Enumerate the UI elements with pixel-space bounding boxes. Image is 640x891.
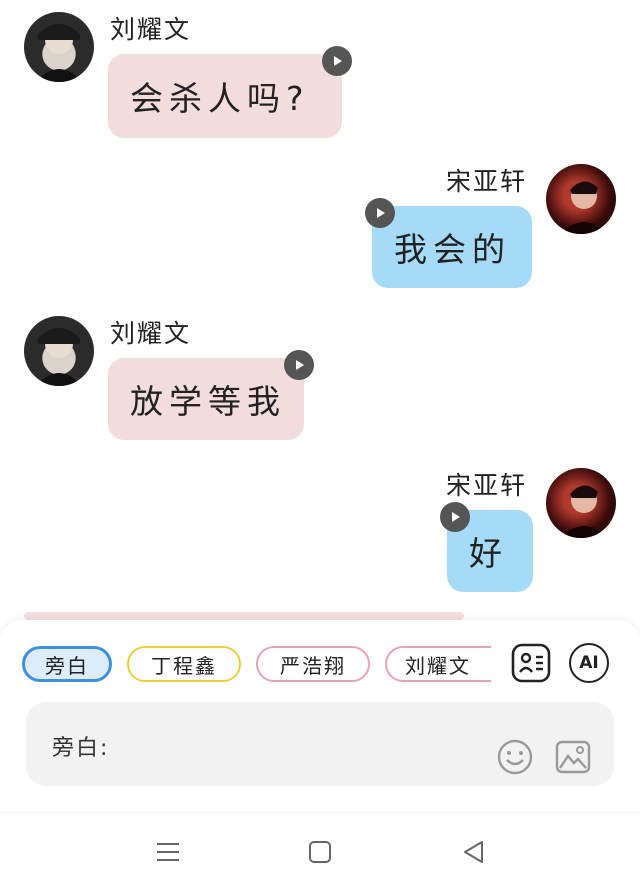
- avatar-liu-yaowen[interactable]: [24, 316, 94, 386]
- ai-button[interactable]: AI: [569, 643, 609, 683]
- message-input[interactable]: [130, 720, 484, 770]
- emoji-button[interactable]: [496, 738, 534, 776]
- speaker-name: 刘耀文: [110, 15, 192, 44]
- play-button[interactable]: [365, 198, 395, 228]
- avatar-liu-yaowen[interactable]: [24, 12, 94, 82]
- back-button[interactable]: [460, 838, 488, 866]
- play-button[interactable]: [440, 502, 470, 532]
- avatar-song-yaxuan[interactable]: [546, 164, 616, 234]
- speaker-name: 刘耀文: [110, 319, 192, 348]
- play-icon: [377, 208, 385, 218]
- play-icon: [296, 360, 304, 370]
- menu-button[interactable]: [154, 838, 182, 866]
- message-bubble[interactable]: 我会的: [372, 206, 532, 288]
- square-icon: [309, 841, 331, 863]
- speaker-name: 宋亚轩: [446, 471, 528, 500]
- menu-icon: [157, 843, 179, 861]
- home-button[interactable]: [306, 838, 334, 866]
- contact-card-icon: [511, 643, 551, 683]
- smile-icon: [497, 739, 533, 775]
- chip-label: 刘耀文: [405, 653, 471, 678]
- ai-label: AI: [579, 653, 599, 673]
- role-chip-narrator[interactable]: 旁白: [22, 646, 112, 682]
- message-text: 会杀人吗?: [130, 79, 310, 118]
- play-button[interactable]: [322, 46, 352, 76]
- chip-label: 丁程鑫: [151, 653, 217, 678]
- contacts-button[interactable]: [511, 643, 551, 683]
- play-button[interactable]: [284, 350, 314, 380]
- role-chip-liu-yaowen[interactable]: 刘耀文: [385, 646, 491, 682]
- message-text: 好: [469, 534, 508, 573]
- chip-label: 严浩翔: [280, 653, 346, 678]
- chip-label: 旁白: [45, 653, 89, 678]
- role-chip-ding-chengxin[interactable]: 丁程鑫: [127, 646, 241, 682]
- triangle-back-icon: [464, 841, 483, 863]
- message-bubble[interactable]: 放学等我: [108, 358, 304, 440]
- role-chip-yan-haoxiang[interactable]: 严浩翔: [256, 646, 370, 682]
- hidden-message-peek: [24, 612, 464, 620]
- play-icon: [452, 512, 460, 522]
- message-bubble[interactable]: 会杀人吗?: [108, 54, 342, 138]
- input-prefix: 旁白:: [52, 736, 110, 761]
- avatar-song-yaxuan[interactable]: [546, 468, 616, 538]
- play-icon: [334, 56, 342, 66]
- message-text: 放学等我: [130, 382, 286, 421]
- speaker-name: 宋亚轩: [446, 167, 528, 196]
- image-button[interactable]: [554, 738, 592, 776]
- message-text: 我会的: [394, 230, 511, 269]
- image-icon: [555, 740, 591, 774]
